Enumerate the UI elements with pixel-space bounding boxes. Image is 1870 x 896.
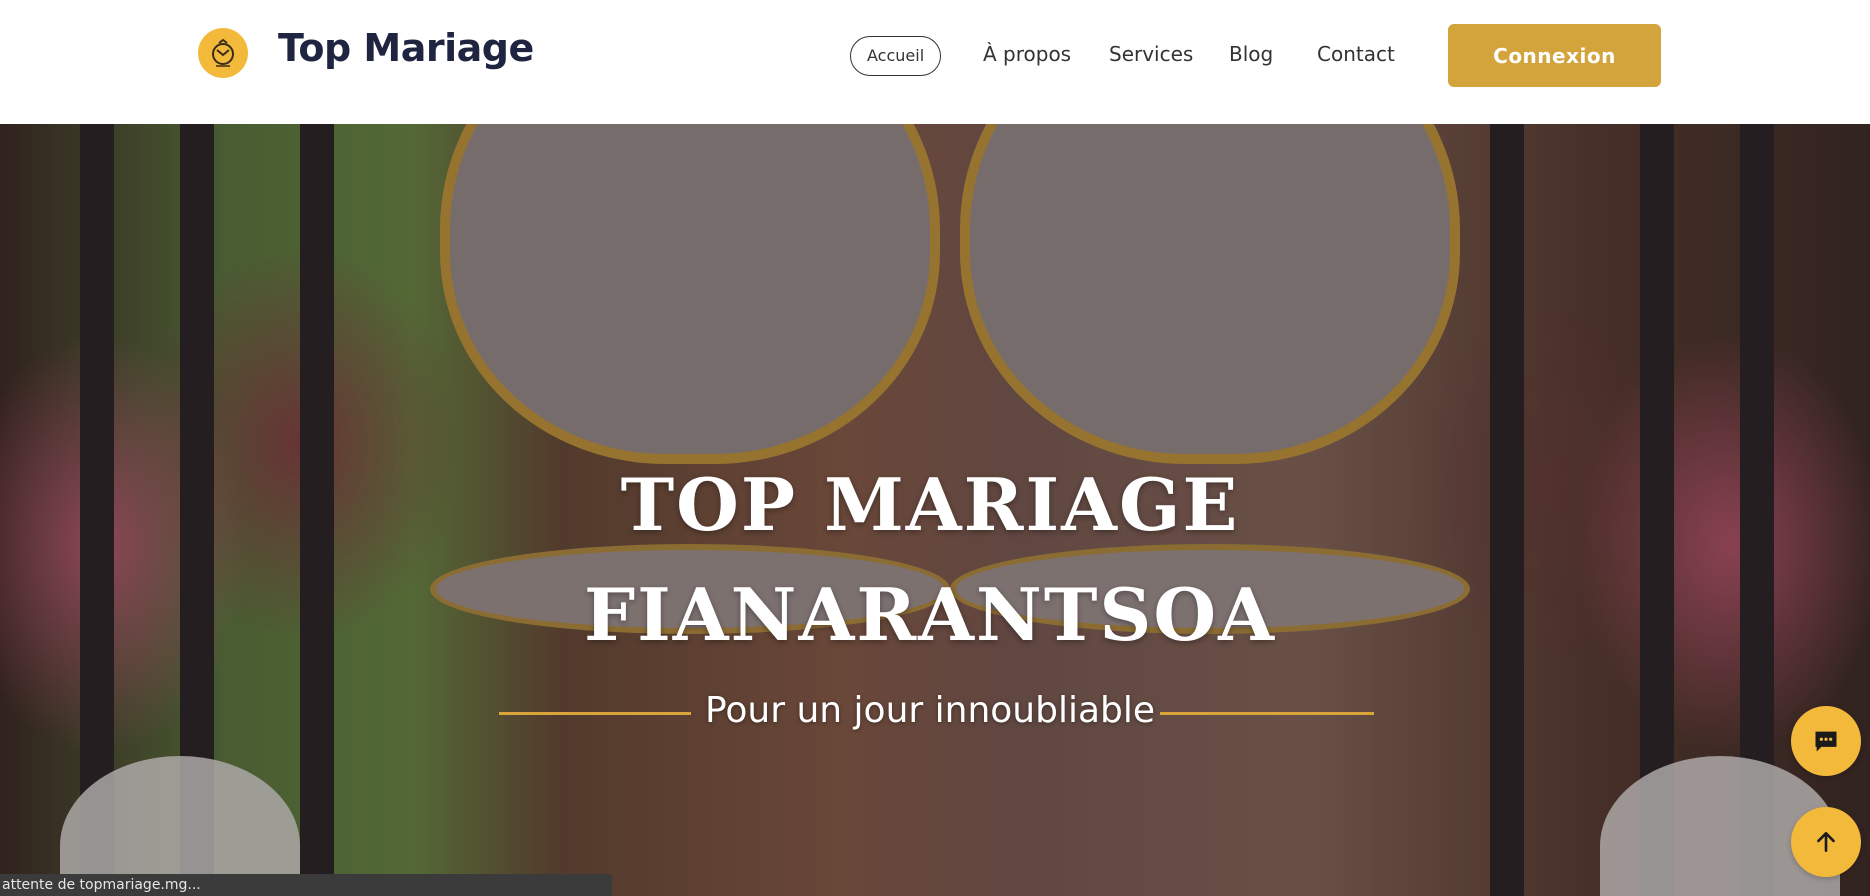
nav-item-contact[interactable]: Contact [1317,36,1395,76]
hero-banner: TOP MARIAGE FIANARANTSOA Pour un jour in… [0,124,1870,896]
nav-item-services[interactable]: Services [1109,36,1193,76]
logo-icon[interactable] [198,28,248,78]
nav-item-a-propos[interactable]: À propos [983,36,1071,76]
chat-bubble-icon [1815,731,1837,752]
hero-title-line-1: TOP MARIAGE [620,462,1240,547]
nav-item-accueil[interactable]: Accueil [850,36,942,76]
site-header: Top Mariage Accueil À propos Services Bl… [0,0,1870,124]
nav-item-blog[interactable]: Blog [1229,36,1273,76]
hero-title: TOP MARIAGE FIANARANTSOA [0,450,1860,670]
login-button[interactable]: Connexion [1448,24,1661,87]
hero-subtitle: Pour un jour innoubliable [704,690,1156,731]
ring-envelope-icon [212,38,234,67]
chat-button[interactable] [1791,706,1861,776]
subtitle-divider-right [1160,712,1374,715]
browser-status-bar: attente de topmariage.mg... [0,874,612,896]
brand-name[interactable]: Top Mariage [278,26,534,70]
arrow-up-icon [1817,832,1835,852]
scroll-to-top-button[interactable] [1791,807,1861,877]
hero-title-line-2: FIANARANTSOA [583,572,1276,657]
